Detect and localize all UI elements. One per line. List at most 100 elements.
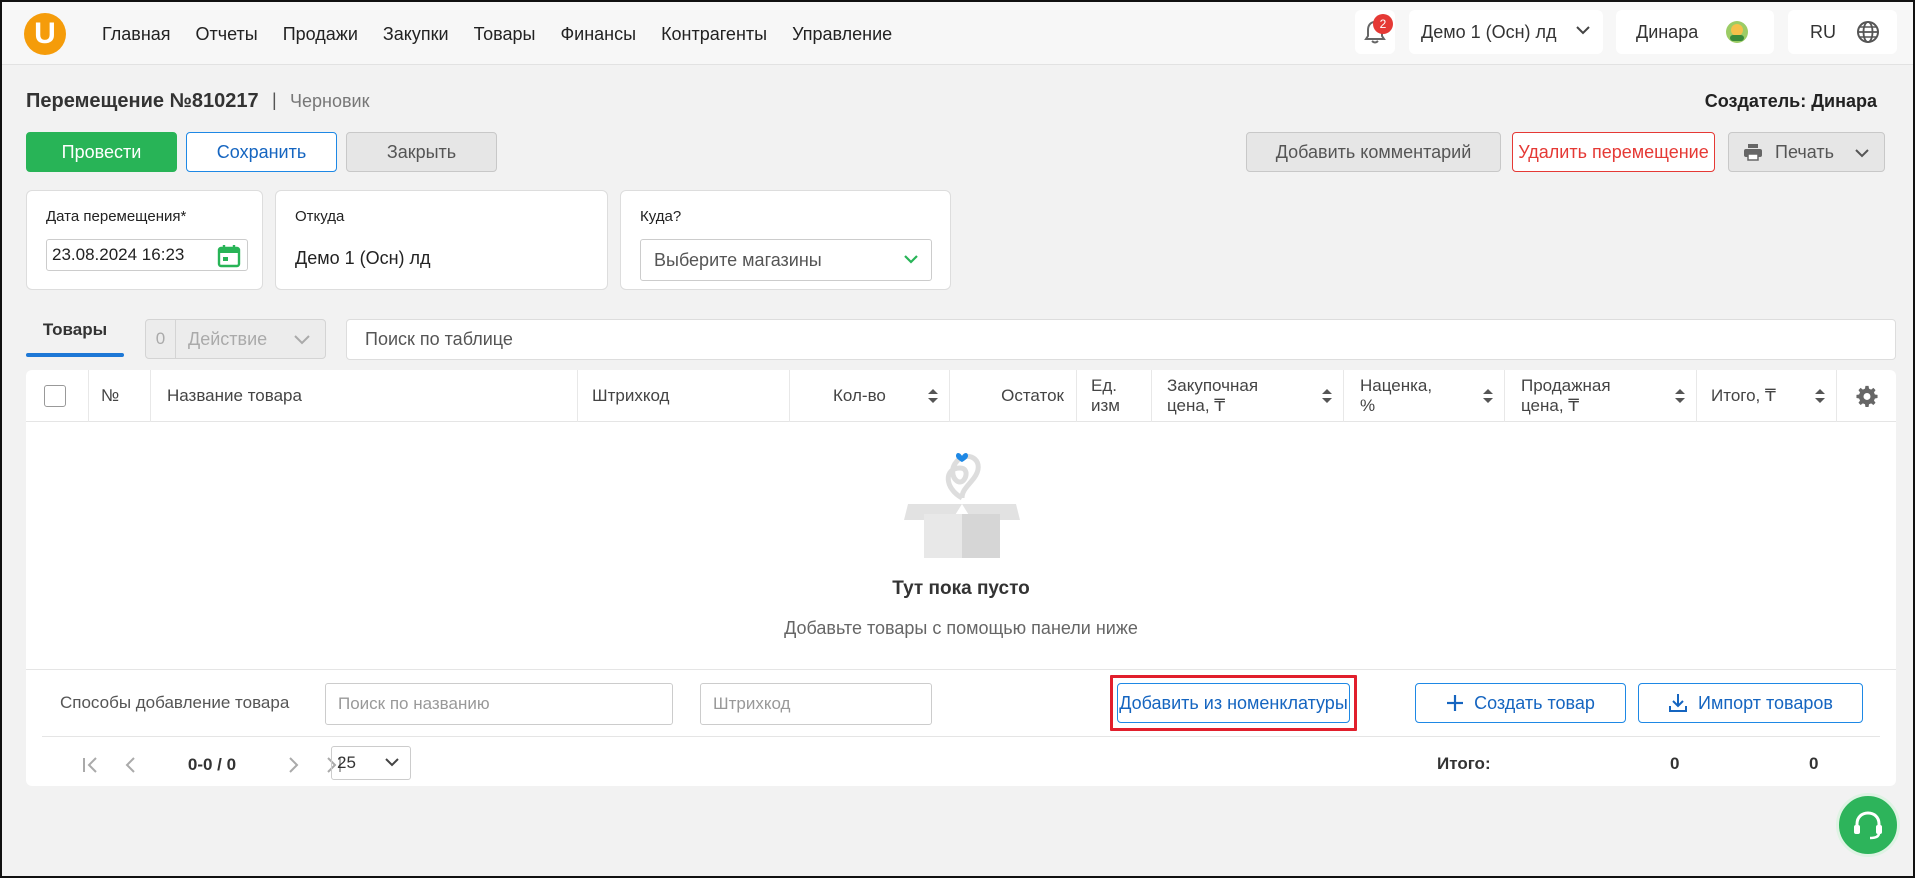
column-unit-label: Ед. изм xyxy=(1091,376,1120,415)
prev-page-icon[interactable] xyxy=(110,755,150,775)
headset-icon xyxy=(1854,811,1882,840)
empty-box-icon xyxy=(904,453,1020,558)
store-selector[interactable]: Демо 1 (Осн) лд xyxy=(1409,10,1603,54)
table-header: № Название товара Штрихкод Кол-во Остато… xyxy=(26,370,1896,422)
table-search-placeholder: Поиск по таблице xyxy=(365,329,513,349)
calendar-icon[interactable] xyxy=(217,244,241,268)
import-products-button[interactable]: Импорт товаров xyxy=(1638,683,1863,723)
to-card: Куда? Выберите магазины xyxy=(620,190,951,290)
per-page-value: 25 xyxy=(337,753,356,772)
notifications-button[interactable]: 2 xyxy=(1355,10,1395,54)
import-products-label: Импорт товаров xyxy=(1698,692,1833,713)
sort-icon xyxy=(1815,389,1825,403)
page-title: Перемещение №810217 xyxy=(26,90,259,112)
nav-item-management[interactable]: Управление xyxy=(792,24,892,45)
date-value: 23.08.2024 16:23 xyxy=(52,245,185,264)
column-header-stock: Остаток xyxy=(950,370,1077,422)
column-header-qty[interactable]: Кол-во xyxy=(790,370,950,422)
language-code: RU xyxy=(1810,21,1836,42)
products-table: № Название товара Штрихкод Кол-во Остато… xyxy=(26,370,1896,786)
chevron-down-icon xyxy=(294,335,310,345)
column-qty-label: Кол-во xyxy=(833,386,886,405)
close-button[interactable]: Закрыть xyxy=(346,132,497,172)
first-page-icon[interactable] xyxy=(70,755,110,775)
barcode-placeholder: Штрихкод xyxy=(713,694,791,713)
title-separator: | xyxy=(272,90,277,110)
action-label: Действие xyxy=(188,328,268,349)
column-name-label: Название товара xyxy=(167,386,302,405)
gear-icon[interactable] xyxy=(1855,385,1878,407)
bulk-action-dropdown[interactable]: 0 Действие xyxy=(145,319,326,359)
download-icon xyxy=(1669,694,1688,712)
select-all-checkbox[interactable] xyxy=(44,385,66,407)
select-all-cell xyxy=(26,370,89,422)
page-range: 0-0 / 0 xyxy=(187,755,237,774)
barcode-input[interactable]: Штрихкод xyxy=(700,683,932,725)
add-comment-button[interactable]: Добавить комментарий xyxy=(1246,132,1501,172)
chevron-down-icon xyxy=(904,255,918,264)
tab-goods[interactable]: Товары xyxy=(26,320,124,340)
column-settings-cell xyxy=(1837,370,1896,422)
user-menu[interactable]: Динара xyxy=(1616,10,1774,54)
create-product-button[interactable]: Создать товар xyxy=(1415,683,1626,723)
column-num-label: № xyxy=(101,386,120,405)
creator-label: Создатель: Динара xyxy=(1704,91,1877,111)
support-chat-button[interactable] xyxy=(1836,793,1900,857)
sort-icon xyxy=(928,389,938,403)
next-page-icon[interactable] xyxy=(274,755,314,775)
empty-state-subtitle: Добавьте товары с помощью панели ниже xyxy=(784,618,1138,638)
status-badge: Черновик xyxy=(290,91,370,111)
column-barcode-label: Штрихкод xyxy=(592,386,670,405)
to-label: Куда? xyxy=(640,208,682,225)
nav-item-reports[interactable]: Отчеты xyxy=(196,24,258,45)
nav-item-finance[interactable]: Финансы xyxy=(560,24,636,45)
from-label: Откуда xyxy=(295,208,345,225)
product-name-search-input[interactable]: Поиск по названию xyxy=(325,683,673,725)
divider xyxy=(42,736,1880,737)
store-name: Демо 1 (Осн) лд xyxy=(1421,21,1557,42)
globe-icon xyxy=(1857,21,1879,43)
plus-icon xyxy=(1447,695,1464,711)
column-header-num: № xyxy=(89,370,151,422)
total-quantity: 0 xyxy=(1670,754,1680,773)
total-label: Итого: xyxy=(1437,754,1491,773)
add-from-nomenclature-button[interactable]: Добавить из номенклатуры xyxy=(1117,683,1350,723)
main-nav: Главная Отчеты Продажи Закупки Товары Фи… xyxy=(102,24,917,45)
user-name: Динара xyxy=(1636,21,1699,42)
date-card: Дата перемещения* 23.08.2024 16:23 xyxy=(26,190,263,290)
nav-item-products[interactable]: Товары xyxy=(474,24,536,45)
notifications-badge: 2 xyxy=(1373,14,1393,34)
sort-icon xyxy=(1675,389,1685,403)
column-header-total[interactable]: Итого, ₸ xyxy=(1697,370,1837,422)
column-header-unit: Ед. изм xyxy=(1077,370,1152,422)
from-value: Демо 1 (Осн) лд xyxy=(295,248,431,268)
create-product-label: Создать товар xyxy=(1474,692,1595,713)
language-selector[interactable]: RU xyxy=(1788,10,1897,54)
delete-transfer-button[interactable]: Удалить перемещение xyxy=(1512,132,1715,172)
app-logo[interactable]: U xyxy=(24,13,66,55)
sort-icon xyxy=(1322,389,1332,403)
column-header-markup[interactable]: Наценка, % xyxy=(1344,370,1505,422)
column-header-sale-price[interactable]: Продажная цена, ₸ xyxy=(1505,370,1697,422)
sort-icon xyxy=(1483,389,1493,403)
per-page-select[interactable]: 25 xyxy=(331,746,411,780)
product-name-placeholder: Поиск по названию xyxy=(338,694,490,713)
to-store-select[interactable]: Выберите магазины xyxy=(640,239,932,281)
column-markup-label: Наценка, % xyxy=(1360,376,1433,415)
chevron-down-icon xyxy=(385,758,399,767)
column-header-purchase-price[interactable]: Закупочная цена, ₸ xyxy=(1152,370,1344,422)
table-search-input[interactable]: Поиск по таблице xyxy=(346,319,1896,360)
print-button[interactable]: Печать xyxy=(1728,132,1885,172)
save-button[interactable]: Сохранить xyxy=(186,132,337,172)
nav-item-sales[interactable]: Продажи xyxy=(283,24,358,45)
nav-item-home[interactable]: Главная xyxy=(102,24,171,45)
column-total-label: Итого, ₸ xyxy=(1711,386,1776,405)
divider xyxy=(26,669,1896,670)
pagination: 0-0 / 0 xyxy=(70,748,354,782)
avatar xyxy=(1726,21,1748,43)
date-field[interactable]: 23.08.2024 16:23 xyxy=(46,239,248,271)
nav-item-purchases[interactable]: Закупки xyxy=(383,24,449,45)
nav-item-counterparties[interactable]: Контрагенты xyxy=(661,24,767,45)
chevron-down-icon xyxy=(1855,149,1869,158)
post-button[interactable]: Провести xyxy=(26,132,177,172)
